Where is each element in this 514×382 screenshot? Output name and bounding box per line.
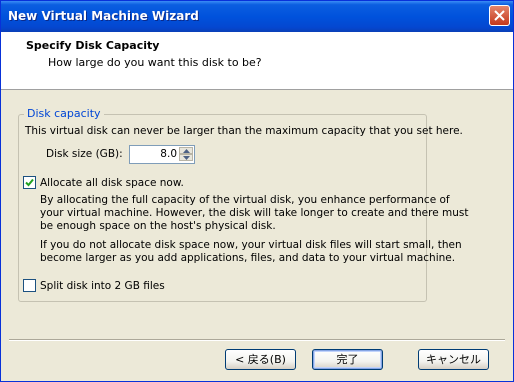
allocate-note-line2: become larger as you add applications, f… [40,252,456,264]
wizard-window: New Virtual Machine Wizard Specify Disk … [0,0,514,382]
allocate-desc-line3: be enough space on the host's physical d… [40,220,276,232]
allocate-checkbox[interactable] [23,176,36,189]
close-button[interactable] [489,5,510,26]
cancel-button[interactable]: キャンセル [418,349,489,370]
split-label[interactable]: Split disk into 2 GB files [40,280,165,292]
title-bar[interactable]: New Virtual Machine Wizard [1,1,513,32]
spin-down-button[interactable] [179,154,193,161]
window-title: New Virtual Machine Wizard [8,9,199,23]
wizard-header: Specify Disk Capacity How large do you w… [1,32,513,90]
page-title: Specify Disk Capacity [26,39,160,52]
allocate-label[interactable]: Allocate all disk space now. [40,177,184,189]
disk-size-spinner[interactable]: 8.0 [129,145,195,164]
page-subtitle: How large do you want this disk to be? [48,56,262,69]
back-button[interactable]: < 戻る(B) [225,349,296,370]
max-capacity-note: This virtual disk can never be larger th… [25,125,463,137]
split-checkbox[interactable] [23,279,36,292]
allocate-desc-line1: By allocating the full capacity of the v… [40,194,450,206]
spin-up-button[interactable] [179,147,193,154]
spin-buttons [179,147,193,162]
footer-separator [9,339,505,341]
allocate-desc-line2: your virtual machine. However, the disk … [40,207,469,219]
finish-button[interactable]: 完了 [312,349,383,370]
disk-size-input[interactable]: 8.0 [160,148,177,160]
allocate-note-line1: If you do not allocate disk space now, y… [40,239,462,251]
disk-size-label: Disk size (GB): [46,148,123,160]
disk-capacity-legend: Disk capacity [24,107,104,120]
